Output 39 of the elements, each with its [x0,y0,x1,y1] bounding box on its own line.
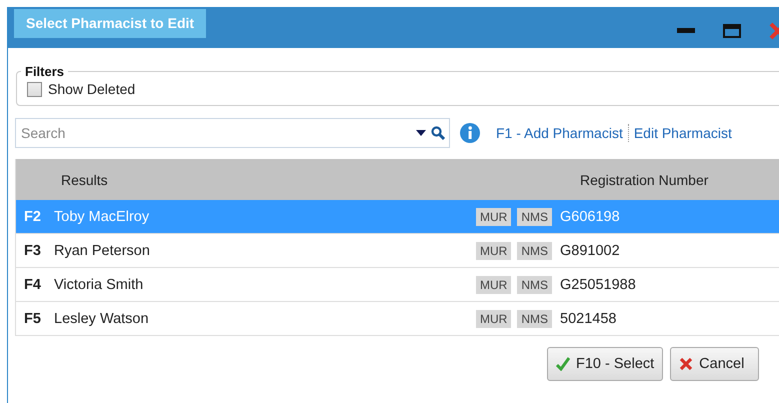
service-tag: MUR [476,208,512,226]
service-tag: NMS [517,276,552,294]
maximize-icon[interactable] [723,24,741,38]
info-icon[interactable] [460,123,480,143]
shortcut-key: F5 [16,310,54,326]
cancel-button[interactable]: Cancel [670,347,760,381]
search-field[interactable]: Search [15,118,450,148]
service-tag: NMS [517,242,552,260]
service-tag: MUR [476,276,512,294]
pharmacist-name: Toby MacElroy [54,208,150,224]
service-tag: NMS [517,208,552,226]
pharmacist-name: Victoria Smith [54,276,144,292]
dropdown-icon[interactable] [416,130,426,136]
checkmark-icon [556,357,570,371]
checkbox-label[interactable]: Show Deleted [48,81,136,97]
checkbox[interactable] [27,82,42,96]
registration-number: G891002 [560,242,620,258]
column-header: Results [61,172,109,188]
registration-number: G606198 [560,208,620,224]
service-tag: MUR [476,242,512,260]
column-header: Registration Number [580,172,708,188]
shortcut-key: F3 [16,242,54,258]
registration-number: G25051988 [560,276,636,292]
pharmacist-name: Ryan Peterson [54,242,151,258]
service-tag: NMS [517,310,552,328]
service-tag: MUR [476,310,512,328]
shortcut-key: F2 [16,208,54,224]
registration-number: 5021458 [560,310,616,326]
pharmacist-name: Lesley Watson [54,310,150,326]
filters-title: Filters [24,64,66,79]
action-link[interactable]: Edit Pharmacist [634,125,732,141]
shortcut-key: F4 [16,276,54,292]
search-icon[interactable] [431,126,445,140]
action-link[interactable]: F1 - Add Pharmacist [496,125,623,141]
minimize-icon[interactable] [677,28,695,34]
window-title: Select Pharmacist to Edit [14,9,206,38]
cross-icon [679,357,694,371]
select-button[interactable]: F10 - Select [547,347,664,381]
result-row[interactable]: F2 Toby MacElroy MUR NMS G606198 [16,200,779,234]
